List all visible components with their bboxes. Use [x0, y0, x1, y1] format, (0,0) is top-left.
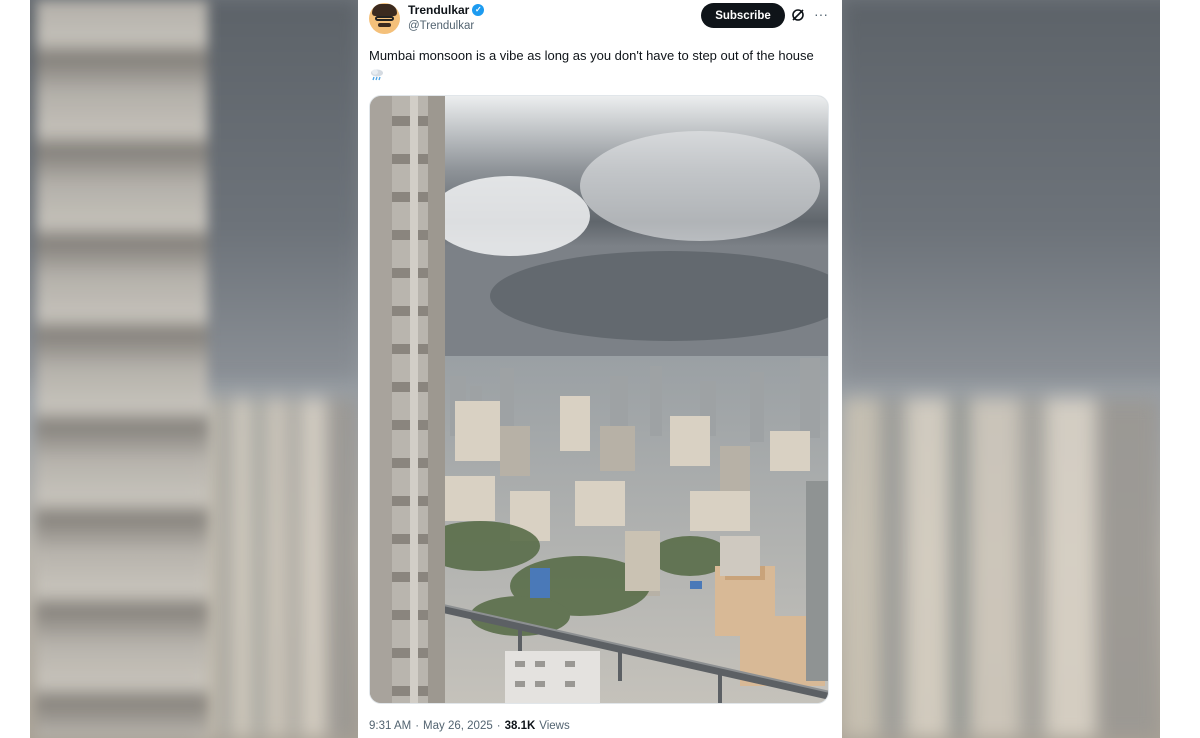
meta-separator-2: · — [496, 720, 501, 732]
grok-icon[interactable] — [791, 8, 805, 22]
tweet-text: Mumbai monsoon is a vibe as long as you … — [369, 46, 829, 86]
meta-separator: · — [415, 720, 420, 732]
tweet-body: Mumbai monsoon is a vibe as long as you … — [369, 48, 814, 63]
display-name[interactable]: Trendulkar — [408, 3, 469, 17]
verified-badge-icon: ✓ — [472, 4, 485, 16]
monsoon-city-photo — [370, 96, 828, 703]
views-label: Views — [539, 720, 570, 732]
avatar[interactable] — [369, 3, 400, 34]
views-count[interactable]: 38.1K — [505, 720, 536, 732]
blurred-background-left — [0, 0, 358, 738]
cloud-rain-emoji-icon — [371, 69, 383, 81]
tweet-meta: 9:31 AM · May 26, 2025 · 38.1K Views — [369, 720, 570, 732]
tweet-card: Trendulkar ✓ @Trendulkar Subscribe ··· M… — [358, 0, 842, 738]
tweet-time[interactable]: 9:31 AM — [369, 720, 411, 732]
blurred-background-right — [842, 0, 1200, 738]
tweet-photo[interactable] — [369, 95, 829, 704]
user-handle[interactable]: @Trendulkar — [408, 20, 474, 32]
more-options-icon[interactable]: ··· — [814, 6, 828, 22]
subscribe-button[interactable]: Subscribe — [701, 3, 785, 28]
tweet-date[interactable]: May 26, 2025 — [423, 720, 493, 732]
display-name-row[interactable]: Trendulkar ✓ — [408, 3, 485, 17]
